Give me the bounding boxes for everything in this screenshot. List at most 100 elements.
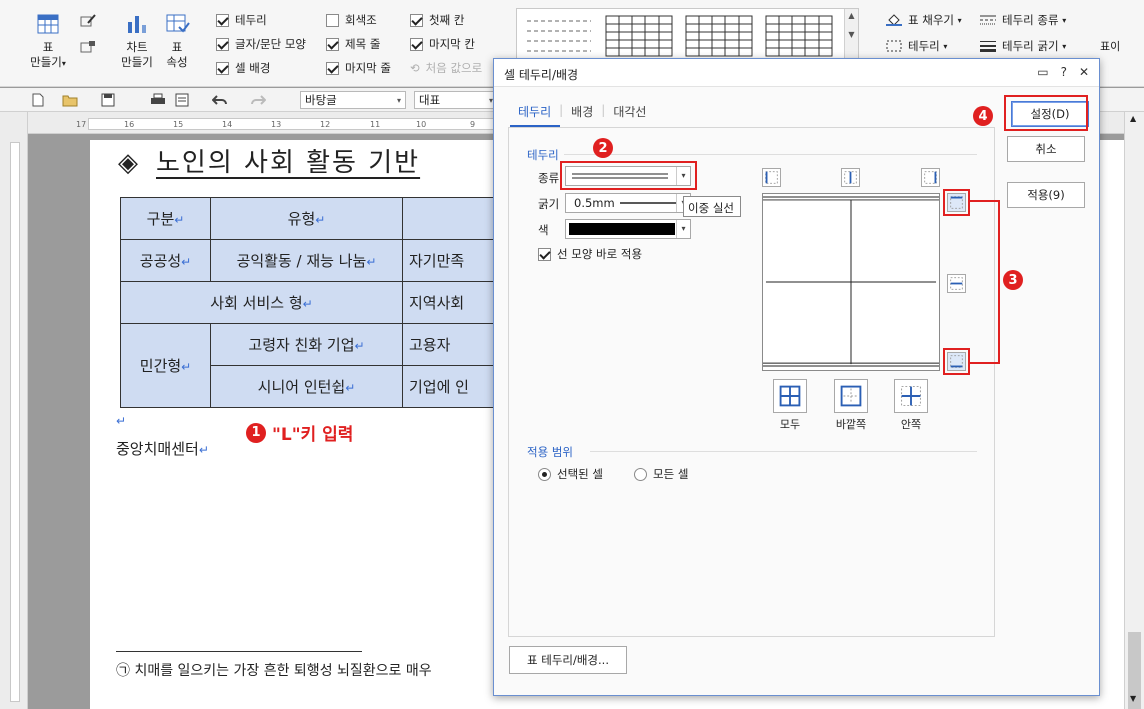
radio-button[interactable] <box>634 467 647 481</box>
table-cell[interactable]: 시니어 인턴쉽↵ <box>210 365 403 408</box>
eraser-icon[interactable] <box>80 40 96 54</box>
table-make-button[interactable]: 표 만들기▾ <box>28 12 68 71</box>
checkbox[interactable] <box>216 61 229 75</box>
center-vertical-border-icon[interactable] <box>841 168 860 187</box>
open-folder-icon[interactable] <box>62 93 78 107</box>
border-label: 테두리 <box>908 39 940 53</box>
redo-icon[interactable] <box>250 93 266 107</box>
checkbox[interactable] <box>326 37 339 51</box>
comment-icon[interactable]: ▭ <box>1037 65 1048 79</box>
checkbox[interactable] <box>326 61 339 75</box>
border-weight-button[interactable]: 테두리 굵기 ▾ <box>980 38 1066 54</box>
checkbox[interactable] <box>326 13 339 27</box>
line-color-dropdown[interactable]: ▾ <box>565 219 691 239</box>
table-cell[interactable]: 공익활동 / 재능 나눔↵ <box>210 239 403 282</box>
table-row: 구분↵ 유형↵ <box>120 197 498 240</box>
option-first-col[interactable]: 첫째 칸 <box>410 12 464 28</box>
vertical-ruler[interactable] <box>0 112 28 709</box>
tab-border[interactable]: 테두리 <box>518 103 551 120</box>
border-section-label: 테두리 <box>527 148 559 162</box>
table-cell[interactable]: 기업에 인 <box>402 365 498 408</box>
style-thumb[interactable] <box>603 13 675 61</box>
body-text[interactable]: 중앙치매센터↵ <box>116 438 209 459</box>
option-label: 글자/문단 모양 <box>235 37 307 51</box>
cut-button[interactable]: 표이 <box>1100 38 1120 54</box>
border-preview[interactable] <box>762 193 940 371</box>
checkbox[interactable] <box>410 37 423 51</box>
help-icon[interactable]: ? <box>1061 65 1067 79</box>
checkbox[interactable] <box>538 247 551 261</box>
table-properties-icon <box>166 14 190 33</box>
table-cell[interactable] <box>402 197 498 240</box>
reset-style-button[interactable]: ⟲ 처음 값으로 <box>410 60 482 76</box>
checkbox[interactable] <box>410 13 423 27</box>
style-select[interactable]: 바탕글 ▾ <box>300 91 406 109</box>
paragraph-select[interactable]: 대표 ▾ <box>414 91 498 109</box>
option-cell-bg[interactable]: 셀 배경 <box>216 60 270 76</box>
preview-icon[interactable] <box>174 93 190 107</box>
table-border-bg-button[interactable]: 표 테두리/배경... <box>509 646 627 674</box>
table-cell[interactable]: 구분↵ <box>120 197 211 240</box>
border-type-label: 테두리 종류 <box>1002 13 1059 27</box>
table-style-gallery[interactable]: ▲ ▼ <box>516 8 859 64</box>
pen-icon[interactable] <box>80 14 96 28</box>
highlight-top-button <box>943 189 970 216</box>
document-table[interactable]: 구분↵ 유형↵ 공공성↵ 공익활동 / 재능 나눔↵ 자기만족 사회 서비스 형… <box>120 197 498 408</box>
inner-borders-icon[interactable] <box>894 379 928 413</box>
option-last-col[interactable]: 마지막 칸 <box>410 36 475 52</box>
right-border-icon[interactable] <box>921 168 940 187</box>
checkbox[interactable] <box>216 13 229 27</box>
chart-make-button[interactable]: 차트 만들기 <box>116 12 158 70</box>
option-char-para[interactable]: 글자/문단 모양 <box>216 36 306 52</box>
tab-background[interactable]: 배경 <box>571 103 593 120</box>
dialog-title: 셀 테두리/배경 <box>504 68 579 82</box>
scope-all-option[interactable]: 모든 셀 <box>634 466 688 482</box>
tab-diagonal[interactable]: 대각선 <box>613 103 646 120</box>
table-cell[interactable]: 민간형↵ <box>120 323 211 408</box>
option-last-row[interactable]: 마지막 줄 <box>326 60 391 76</box>
checkbox[interactable] <box>216 37 229 51</box>
style-thumb[interactable] <box>683 13 755 61</box>
table-cell[interactable]: 유형↵ <box>210 197 403 240</box>
fill-button[interactable]: 표 채우기 ▾ <box>886 12 962 28</box>
outer-borders-icon[interactable] <box>834 379 868 413</box>
style-thumb[interactable] <box>763 13 835 61</box>
scroll-up-icon[interactable]: ▲ <box>1130 114 1136 123</box>
table-cell[interactable]: 자기만족 <box>402 239 498 282</box>
table-cell[interactable]: 고용자 <box>402 323 498 366</box>
option-border[interactable]: 테두리 <box>216 12 267 28</box>
scroll-down-icon[interactable]: ▼ <box>1130 694 1136 703</box>
gallery-scrollbar[interactable]: ▲ ▼ <box>844 9 858 63</box>
option-grayscale[interactable]: 회색조 <box>326 12 377 28</box>
left-border-icon[interactable] <box>762 168 781 187</box>
step-badge: 1 <box>246 422 266 443</box>
option-label: 제목 줄 <box>345 37 381 51</box>
all-borders-icon[interactable] <box>773 379 807 413</box>
table-cell[interactable]: 지역사회 <box>402 281 498 324</box>
apply-line-label: 선 모양 바로 적용 <box>557 247 643 261</box>
cancel-button[interactable]: 취소 <box>1007 136 1085 162</box>
table-cell[interactable]: 사회 서비스 형↵ <box>120 281 403 324</box>
close-icon[interactable]: ✕ <box>1079 65 1089 79</box>
style-thumb[interactable] <box>523 13 595 61</box>
save-icon[interactable] <box>100 93 116 107</box>
print-icon[interactable] <box>150 93 166 107</box>
line-weight-dropdown[interactable]: 0.5mm ▾ <box>565 193 691 213</box>
scope-selected-option[interactable]: 선택된 셀 <box>538 466 603 482</box>
radio-button[interactable] <box>538 467 551 481</box>
table-properties-button[interactable]: 표 속성 <box>160 12 194 70</box>
apply-button[interactable]: 적용(9) <box>1007 182 1085 208</box>
center-horizontal-border-icon[interactable] <box>947 274 966 293</box>
footnote-separator <box>116 651 362 652</box>
new-document-icon[interactable] <box>30 93 46 107</box>
table-cell[interactable]: 공공성↵ <box>120 239 211 282</box>
undo-icon[interactable] <box>212 93 228 107</box>
document-scrollbar[interactable]: ▲ ▼ <box>1124 112 1144 709</box>
option-header-row[interactable]: 제목 줄 <box>326 36 380 52</box>
preset-all-label: 모두 <box>779 418 801 431</box>
apply-line-option[interactable]: 선 모양 바로 적용 <box>538 246 642 262</box>
border-type-button[interactable]: 테두리 종류 ▾ <box>980 12 1066 28</box>
dialog-titlebar[interactable]: 셀 테두리/배경 ▭ ? ✕ <box>494 59 1099 87</box>
table-cell[interactable]: 고령자 친화 기업↵ <box>210 323 403 366</box>
border-button[interactable]: 테두리 ▾ <box>886 38 947 54</box>
